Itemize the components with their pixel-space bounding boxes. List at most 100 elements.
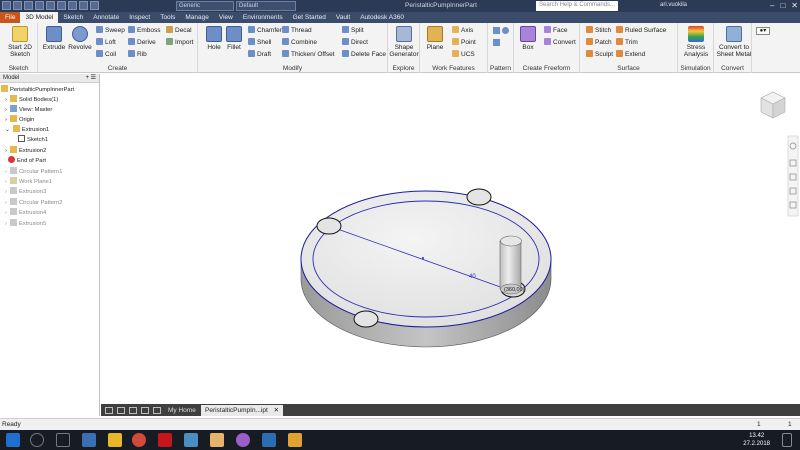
- dimension-radius[interactable]: 40: [469, 274, 476, 280]
- tree-item-extrusion3[interactable]: › Extrusion3: [5, 187, 46, 196]
- ruled-surface-button[interactable]: Ruled Surface: [616, 26, 666, 35]
- chamfer-button[interactable]: Chamfer: [248, 26, 282, 35]
- app-r-icon[interactable]: [262, 433, 276, 447]
- tree-item-extrusion5[interactable]: › Extrusion5: [5, 219, 46, 228]
- tree-item-sketch1[interactable]: Sketch1: [18, 135, 48, 144]
- stitch-button[interactable]: Stitch: [586, 26, 611, 35]
- arrange-icon[interactable]: [141, 407, 149, 414]
- face-button[interactable]: Face: [544, 26, 567, 35]
- tab-sketch[interactable]: Sketch: [58, 12, 88, 23]
- tab-3d-model[interactable]: 3D Model: [20, 12, 59, 23]
- tree-item-extrusion4[interactable]: › Extrusion4: [5, 208, 46, 217]
- cascade-icon[interactable]: [129, 407, 137, 414]
- chrome-icon[interactable]: [132, 433, 146, 447]
- sculpt-button[interactable]: Sculpt: [586, 50, 613, 59]
- stress-analysis-button[interactable]: Stress Analysis: [682, 26, 710, 58]
- start-2d-sketch-button[interactable]: Start 2D Sketch: [4, 26, 36, 58]
- extend-button[interactable]: Extend: [616, 50, 645, 59]
- home-icon[interactable]: [68, 1, 77, 10]
- help-search-input[interactable]: Search Help & Commands...: [536, 1, 618, 11]
- graphics-viewport[interactable]: 40 (360,00): [101, 74, 800, 404]
- map-pin-app-icon[interactable]: [236, 433, 250, 447]
- notifications-icon[interactable]: [782, 433, 792, 447]
- combine-button[interactable]: Combine: [282, 38, 317, 47]
- tab-my-home[interactable]: My Home: [164, 405, 200, 416]
- update-icon[interactable]: [90, 1, 99, 10]
- point-button[interactable]: Point: [452, 38, 476, 47]
- circular-pattern-icon[interactable]: [502, 27, 509, 34]
- tab-vault[interactable]: Vault: [331, 12, 355, 23]
- tree-item-extrusion2[interactable]: › Extrusion2: [5, 146, 46, 155]
- part-model-view[interactable]: 40 (360,00): [101, 74, 800, 404]
- extrude-button[interactable]: Extrude: [40, 26, 68, 51]
- fillet-button[interactable]: Fillet: [220, 26, 248, 51]
- convert-button[interactable]: Convert: [544, 38, 576, 47]
- thicken-offset-button[interactable]: Thicken/ Offset: [282, 50, 335, 59]
- store-icon[interactable]: [184, 433, 198, 447]
- split-button[interactable]: Split: [342, 26, 364, 35]
- save-icon[interactable]: [35, 1, 44, 10]
- app-f-icon[interactable]: [210, 433, 224, 447]
- import-button[interactable]: Import: [166, 38, 193, 47]
- rectangular-pattern-icon[interactable]: [493, 27, 500, 34]
- derive-button[interactable]: Derive: [128, 38, 156, 47]
- user-name[interactable]: ari.vuokila: [660, 2, 687, 8]
- system-clock[interactable]: 13.42 27.2.2018: [743, 432, 770, 448]
- box-button[interactable]: Box: [516, 26, 540, 51]
- shape-generator-button[interactable]: Shape Generator: [388, 26, 420, 58]
- tab-annotate[interactable]: Annotate: [88, 12, 124, 23]
- patch-button[interactable]: Patch: [586, 38, 612, 47]
- decal-button[interactable]: Decal: [166, 26, 192, 35]
- tab-tools[interactable]: Tools: [155, 12, 180, 23]
- mirror-icon[interactable]: [493, 39, 500, 46]
- redo-icon[interactable]: [57, 1, 66, 10]
- ucs-button[interactable]: UCS: [452, 50, 475, 59]
- loft-button[interactable]: Loft: [96, 38, 116, 47]
- new-icon[interactable]: [13, 1, 22, 10]
- hole-circle-top[interactable]: [466, 188, 492, 206]
- tab-environments[interactable]: Environments: [238, 12, 288, 23]
- view-cube[interactable]: [760, 91, 786, 119]
- file-explorer-icon[interactable]: [108, 433, 122, 447]
- close-tab-icon[interactable]: ✕: [274, 407, 279, 414]
- tab-view[interactable]: View: [214, 12, 238, 23]
- direct-button[interactable]: Direct: [342, 38, 368, 47]
- dimension-angle[interactable]: (360,00): [504, 287, 525, 293]
- undo-icon[interactable]: [46, 1, 55, 10]
- hole-circle-bottom[interactable]: [353, 310, 379, 328]
- draft-button[interactable]: Draft: [248, 50, 271, 59]
- tree-item-view[interactable]: › View: Master: [5, 105, 52, 114]
- search-icon[interactable]: [30, 433, 44, 447]
- appearance-dropdown[interactable]: Default: [236, 1, 296, 11]
- thread-button[interactable]: Thread: [282, 26, 312, 35]
- open-icon[interactable]: [24, 1, 33, 10]
- app-menu-icon[interactable]: [2, 1, 11, 10]
- tree-item-work-plane1[interactable]: › Work Plane1: [5, 177, 52, 186]
- pin-cylinder[interactable]: [499, 240, 522, 290]
- netflix-icon[interactable]: [158, 433, 172, 447]
- tile-vertical-icon[interactable]: [117, 407, 125, 414]
- axis-button[interactable]: Axis: [452, 26, 473, 35]
- maximize-icon[interactable]: □: [780, 1, 785, 11]
- coil-button[interactable]: Coil: [96, 50, 116, 59]
- tree-item-end-of-part[interactable]: End of Part: [5, 156, 46, 165]
- tab-get-started[interactable]: Get Started: [288, 12, 331, 23]
- plane-button[interactable]: Plane: [422, 26, 448, 51]
- task-view-icon[interactable]: [56, 433, 70, 447]
- ribbon-options-icon[interactable]: ●▾: [756, 27, 770, 35]
- tree-item-circular-pattern1[interactable]: › Circular Pattern1: [5, 167, 62, 176]
- material-dropdown[interactable]: Generic: [176, 1, 234, 11]
- rib-button[interactable]: Rib: [128, 50, 147, 59]
- minimize-icon[interactable]: –: [770, 1, 774, 11]
- tab-menu-icon[interactable]: [153, 407, 161, 414]
- tab-manage[interactable]: Manage: [180, 12, 214, 23]
- convert-to-sheet-metal-button[interactable]: Convert to Sheet Metal: [716, 26, 752, 58]
- edge-icon[interactable]: [82, 433, 96, 447]
- tile-horizontal-icon[interactable]: [105, 407, 113, 414]
- sweep-button[interactable]: Sweep: [96, 26, 125, 35]
- close-icon[interactable]: ✕: [791, 1, 798, 11]
- tree-item-circular-pattern2[interactable]: › Circular Pattern2: [5, 198, 62, 207]
- tab-file[interactable]: File: [0, 12, 21, 23]
- revolve-button[interactable]: Revolve: [66, 26, 94, 51]
- tab-autodesk-a360[interactable]: Autodesk A360: [355, 12, 409, 23]
